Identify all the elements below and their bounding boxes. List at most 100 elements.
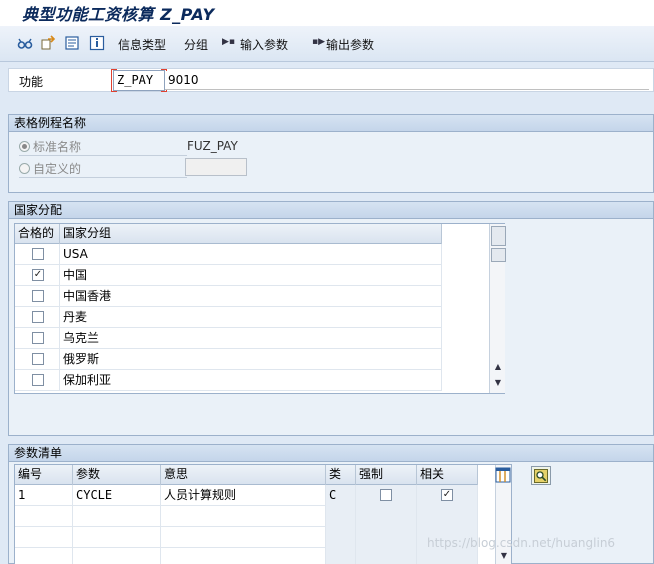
eligible-cell (15, 349, 60, 370)
number-cell: 1 (15, 485, 73, 506)
table-row[interactable] (15, 527, 478, 548)
country-cell: 俄罗斯 (60, 349, 442, 370)
divider (19, 155, 187, 156)
col-eligible[interactable]: 合格的 (15, 224, 60, 244)
eligible-checkbox[interactable] (32, 374, 44, 386)
parameter-cell (73, 527, 161, 548)
country-cell: 保加利亚 (60, 370, 442, 391)
watermark: https://blog.csdn.net/huanglin6 (427, 536, 616, 550)
table-routine-title: 表格例程名称 (9, 115, 653, 132)
country-cell: 丹麦 (60, 307, 442, 328)
table-row[interactable]: 乌克兰 (15, 328, 442, 349)
eligible-checkbox[interactable]: ✓ (32, 269, 44, 281)
glasses-icon[interactable] (17, 35, 33, 51)
eligible-cell (15, 328, 60, 349)
eligible-checkbox[interactable] (32, 248, 44, 260)
related-cell (417, 548, 478, 564)
meaning-cell (161, 506, 326, 527)
country-cell: 乌克兰 (60, 328, 442, 349)
eligible-cell (15, 307, 60, 328)
table-row[interactable]: 1 CYCLE 人员计算规则 C ✓ (15, 485, 478, 506)
col-meaning[interactable]: 意思 (161, 465, 326, 485)
title-bar: 典型功能工资核算 Z_PAY (0, 0, 654, 26)
radio-unselected-icon (19, 162, 30, 174)
info-type-button[interactable]: 信息类型 (118, 36, 166, 53)
custom-name-input[interactable] (185, 158, 247, 176)
table-row[interactable]: ✓ 中国 (15, 265, 442, 286)
table-row[interactable]: USA (15, 244, 442, 265)
custom-name-label: 自定义的 (33, 161, 82, 176)
eligible-checkbox[interactable] (32, 290, 44, 302)
country-cell: USA (60, 244, 442, 265)
window-title: 典型功能工资核算 Z_PAY (22, 5, 215, 24)
output-params-button[interactable]: 输出参数 (326, 36, 374, 53)
parameter-list-title: 参数清单 (9, 445, 653, 462)
class-cell (326, 527, 356, 548)
eligible-cell (15, 370, 60, 391)
table-row[interactable] (15, 548, 478, 564)
eligible-checkbox[interactable] (32, 353, 44, 365)
eligible-cell (15, 286, 60, 307)
scroll-track-box (491, 248, 506, 262)
radio-selected-icon (19, 140, 30, 152)
custom-name-radio[interactable]: 自定义的 (19, 159, 81, 177)
class-cell (326, 548, 356, 564)
country-scrollbar[interactable]: ▲ ▼ (489, 224, 506, 393)
mandatory-cell (356, 548, 417, 564)
table-row[interactable]: 俄罗斯 (15, 349, 442, 370)
related-checkbox[interactable]: ✓ (441, 489, 453, 501)
parameter-cell (73, 548, 161, 564)
eligible-cell: ✓ (15, 265, 60, 286)
application-toolbar: 信息类型 分组 ▶▪ 输入参数 ▪▶ 输出参数 (0, 26, 654, 62)
info-icon[interactable] (89, 35, 105, 51)
standard-name-radio[interactable]: 标准名称 (19, 137, 81, 155)
number-cell (15, 548, 73, 564)
standard-name-value: FUZ_PAY (187, 139, 238, 153)
scroll-up-icon[interactable]: ▲ (491, 360, 505, 374)
country-table: 合格的 国家分组 USA ✓ 中国 中国香港 丹麦 乌克兰 俄罗斯 保加利亚 ▲ ▼ (14, 223, 506, 394)
mandatory-cell (356, 506, 417, 527)
number-cell (15, 527, 73, 548)
eligible-checkbox[interactable] (32, 332, 44, 344)
table-row[interactable] (15, 506, 478, 527)
class-cell (326, 506, 356, 527)
scroll-down-icon[interactable]: ▼ (491, 376, 505, 390)
function-label: 功能 (19, 75, 44, 89)
focus-bracket-left (111, 69, 117, 92)
country-assignment-title: 国家分配 (9, 202, 653, 219)
scroll-down-icon[interactable]: ▼ (497, 549, 511, 563)
col-mandatory[interactable]: 强制 (356, 465, 417, 485)
input-arrow-icon: ▶▪ (222, 37, 236, 47)
col-related[interactable]: 相关 (417, 465, 478, 485)
function-description: 9010 (165, 71, 649, 90)
mandatory-checkbox[interactable] (380, 489, 392, 501)
input-params-button[interactable]: 输入参数 (240, 36, 288, 53)
function-input[interactable]: Z_PAY (113, 70, 165, 91)
table-settings-icon[interactable] (495, 467, 511, 483)
document-icon[interactable] (64, 35, 80, 51)
col-parameter[interactable]: 参数 (73, 465, 161, 485)
export-icon[interactable] (40, 35, 56, 51)
related-cell (417, 506, 478, 527)
table-row[interactable]: 中国香港 (15, 286, 442, 307)
meaning-cell (161, 548, 326, 564)
standard-name-label: 标准名称 (33, 139, 82, 154)
country-table-header: 合格的 国家分组 (15, 224, 442, 244)
mandatory-cell (356, 485, 417, 506)
table-row[interactable]: 丹麦 (15, 307, 442, 328)
table-routine-group: 表格例程名称 标准名称 FUZ_PAY 自定义的 (8, 114, 654, 193)
eligible-checkbox[interactable] (32, 311, 44, 323)
divider (19, 177, 187, 178)
find-button[interactable] (531, 466, 551, 485)
scroll-thumb[interactable] (491, 226, 506, 246)
output-arrow-icon: ▪▶ (312, 37, 326, 47)
meaning-cell: 人员计算规则 (161, 485, 326, 506)
grouping-button[interactable]: 分组 (184, 36, 208, 53)
eligible-cell (15, 244, 60, 265)
col-class[interactable]: 类 (326, 465, 356, 485)
mandatory-cell (356, 527, 417, 548)
col-number[interactable]: 编号 (15, 465, 73, 485)
table-row[interactable]: 保加利亚 (15, 370, 442, 391)
col-country-group[interactable]: 国家分组 (60, 224, 442, 244)
parameter-cell: CYCLE (73, 485, 161, 506)
